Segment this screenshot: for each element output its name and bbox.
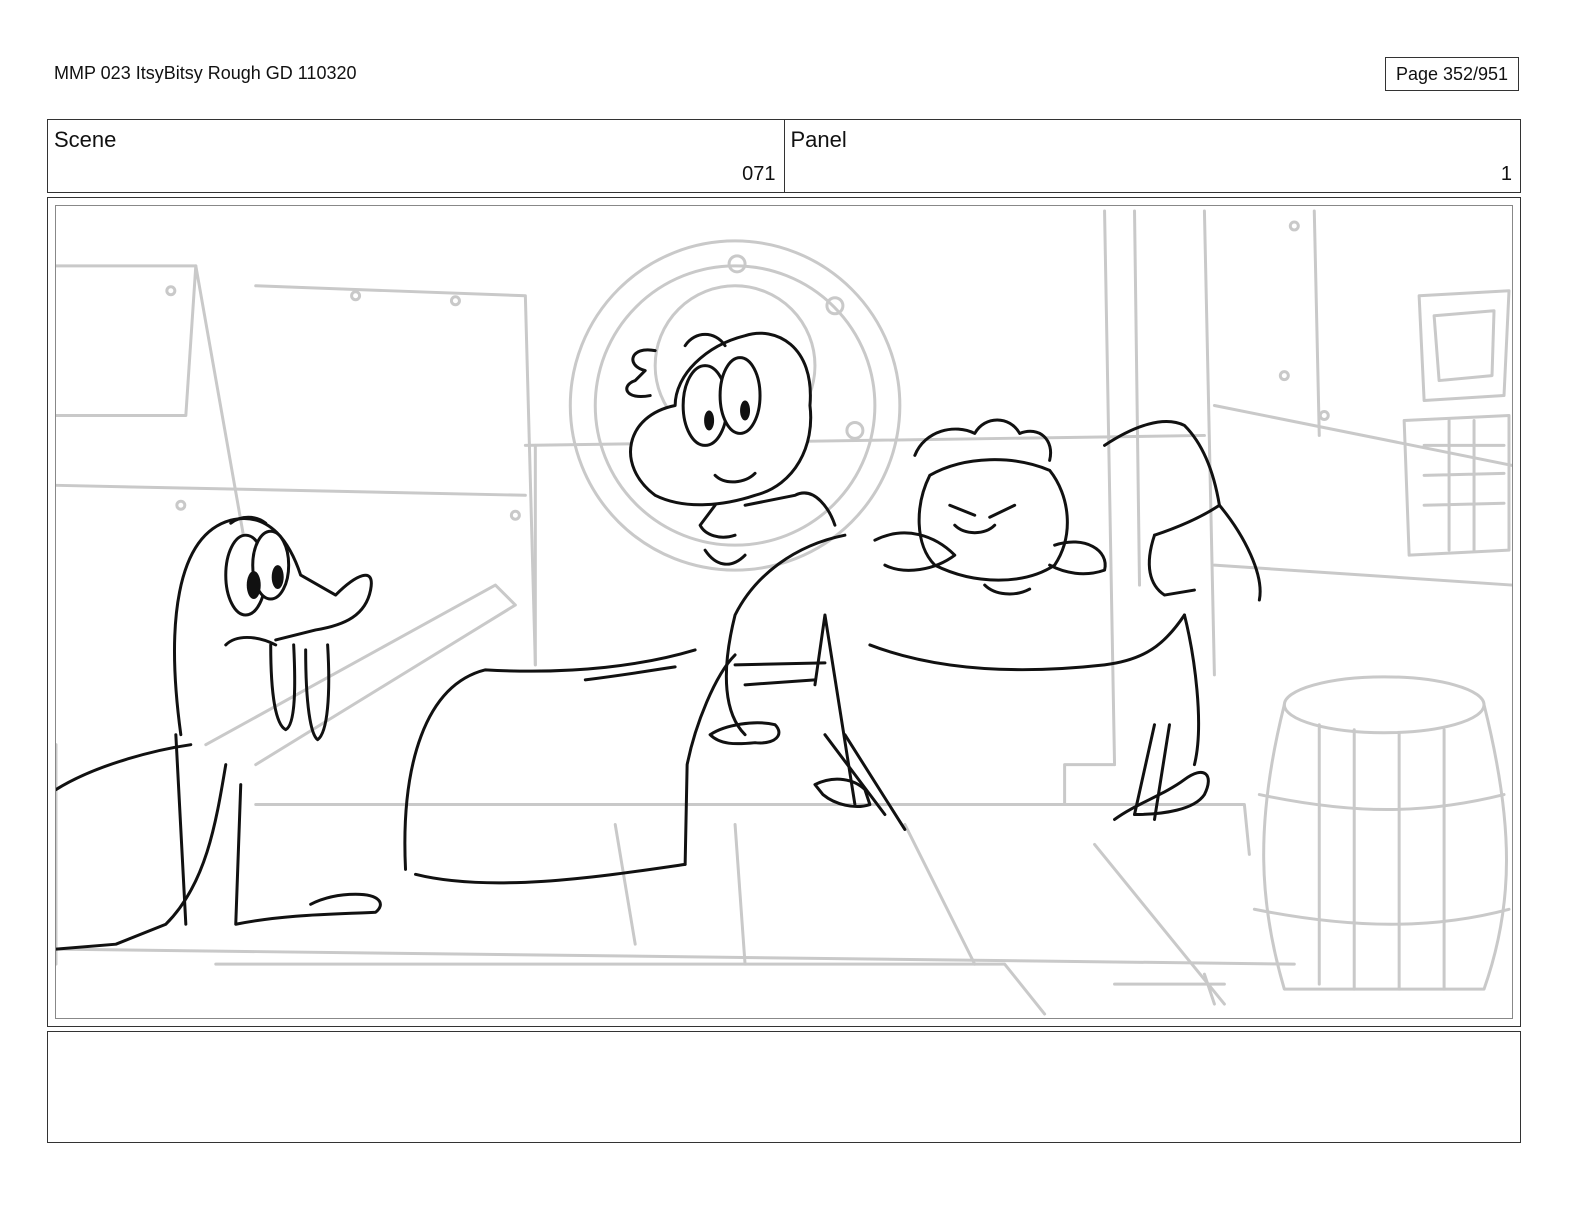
- storyboard-sketch: [56, 209, 1512, 1016]
- document-title: MMP 023 ItsyBitsy Rough GD 110320: [54, 63, 357, 83]
- bed-blanket: [403, 648, 737, 885]
- scene-panel-info-row: Scene 071 Panel 1: [47, 119, 1521, 193]
- cabin-background: [56, 209, 1512, 1016]
- grumpy-sailor-character: [708, 418, 1262, 831]
- storyboard-panel-frame: [47, 197, 1521, 1027]
- page-number-box: Page 352/951: [1385, 57, 1519, 91]
- walrus-character: [56, 515, 382, 951]
- notes-box: [47, 1031, 1521, 1143]
- panel-label: Panel: [790, 127, 847, 152]
- small-creature-character: [625, 331, 837, 566]
- panel-number: 1: [1500, 163, 1512, 185]
- scene-cell: Scene 071: [48, 120, 784, 192]
- scene-number: 071: [742, 163, 776, 185]
- panel-cell: Panel 1: [783, 120, 1521, 192]
- scene-label: Scene: [54, 127, 117, 152]
- storyboard-panel-image: [55, 205, 1513, 1019]
